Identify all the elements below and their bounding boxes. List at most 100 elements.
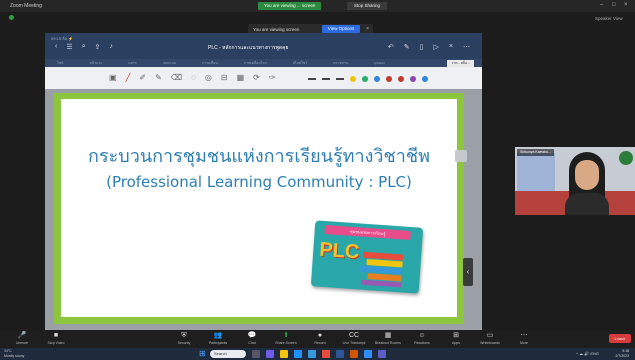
file-explorer-icon[interactable] xyxy=(280,350,288,358)
pen-icon[interactable]: ╱ xyxy=(126,73,131,82)
control-whiteboards[interactable]: ▭ Whiteboards xyxy=(474,331,506,345)
control-reactions[interactable]: ☺ Reactions xyxy=(406,331,438,345)
system-tray[interactable]: ^ ☁ 🔊 ENG xyxy=(576,351,599,356)
chat-app-icon[interactable] xyxy=(266,350,274,358)
powerpoint-icon[interactable] xyxy=(350,350,358,358)
menu-icon[interactable]: ☰ xyxy=(66,43,72,51)
stop-share-button[interactable]: Stop Sharing xyxy=(347,2,387,10)
books-illustration xyxy=(357,245,416,289)
present-icon[interactable]: ▷ xyxy=(434,43,439,51)
weather-widget[interactable]: 34°C Mostly sunny xyxy=(4,349,24,359)
pen-color-swatch[interactable] xyxy=(386,76,392,82)
control-share-screen[interactable]: ⬆ Share Screen xyxy=(270,331,302,345)
background-poster xyxy=(517,153,555,191)
close-icon[interactable]: × xyxy=(366,26,369,32)
leave-button[interactable]: Leave xyxy=(609,334,631,343)
taskbar-clock[interactable]: 9:18 2/7/2023 xyxy=(615,349,629,359)
control-label: Live Transcript xyxy=(342,341,366,345)
edge-icon[interactable] xyxy=(294,350,302,358)
ribbon-tab[interactable]: สไลด์โชว์ xyxy=(293,60,308,66)
control-more[interactable]: ⋯ More xyxy=(508,331,540,345)
chrome-icon[interactable] xyxy=(322,350,330,358)
participants-icon: 👥 xyxy=(213,332,223,339)
windows-start-icon[interactable]: ⊞ xyxy=(199,350,207,358)
ruler-icon[interactable]: ⊟ xyxy=(221,73,228,82)
highlighter-icon[interactable]: ✎ xyxy=(155,73,162,82)
ribbon-tab[interactable]: ไฟล์ xyxy=(57,60,63,66)
zoom-icon[interactable] xyxy=(364,350,372,358)
pen-color-swatch[interactable] xyxy=(374,76,380,82)
eraser-icon[interactable]: ⌫ xyxy=(171,73,182,82)
ribbon-tab[interactable]: การเปลี่ยน xyxy=(202,60,218,66)
pen-line-icon[interactable] xyxy=(322,78,330,80)
search-icon[interactable]: ⌕ xyxy=(82,43,86,51)
control-breakout-rooms[interactable]: ▦ Breakout Rooms xyxy=(372,331,404,345)
control-label: Stop Video xyxy=(47,341,65,345)
mic-icon[interactable]: ♪ xyxy=(109,43,113,51)
pen-color-swatch[interactable] xyxy=(422,76,428,82)
control-record[interactable]: ● Record xyxy=(304,331,336,345)
slide[interactable]: กระบวนการชุมชนแห่งการเรียนรู้ทางวิชาชีพ … xyxy=(54,93,467,324)
ink-to-text-icon[interactable]: ▦ xyxy=(237,73,245,82)
task-view-icon[interactable] xyxy=(252,350,260,358)
slides-icon[interactable]: ▯ xyxy=(420,43,424,51)
maximize-button[interactable]: □ xyxy=(612,2,616,8)
weather-text: Mostly sunny xyxy=(4,354,25,358)
pen-line-icon[interactable] xyxy=(308,78,316,80)
control-stop-video[interactable]: ■ Stop Video xyxy=(40,331,72,345)
select-icon[interactable]: ▣ xyxy=(109,73,117,82)
pen-line-icon[interactable] xyxy=(336,78,344,80)
teams-icon[interactable] xyxy=(378,350,386,358)
shared-screen: 09:15 ล้อ ⚡ ‹ ☰ ⌕ ⇪ ♪ PLC - หลักการและแน… xyxy=(45,33,482,330)
pen-color-swatch[interactable] xyxy=(350,76,356,82)
control-label: Breakout Rooms xyxy=(374,341,402,345)
word-icon[interactable] xyxy=(336,350,344,358)
ribbon-tab[interactable]: หน้าแรก xyxy=(89,60,102,66)
apps-icon: ⊞ xyxy=(453,332,459,339)
control-participants[interactable]: 👥 Participants xyxy=(202,331,234,345)
minimize-button[interactable]: – xyxy=(600,2,603,8)
participant-video[interactable]: Sirikunya Kaewbu... xyxy=(515,147,635,215)
control-chat[interactable]: 💬 Chat xyxy=(236,331,268,345)
ribbon-tab[interactable]: แทรก xyxy=(128,60,137,66)
tab-draw[interactable]: วาด - สล็อ... xyxy=(447,59,474,67)
pencil-icon[interactable]: ✐ xyxy=(139,73,146,82)
pen-color-swatch[interactable] xyxy=(410,76,416,82)
participant-name: Sirikunya Kaewbu... xyxy=(517,149,554,156)
replay-icon[interactable]: ⟳ xyxy=(253,73,260,82)
control-label: Whiteboards xyxy=(480,341,500,345)
undo-icon[interactable]: ↶ xyxy=(388,43,394,51)
slide-scroll-button[interactable] xyxy=(455,150,467,162)
control-live-transcript[interactable]: CC Live Transcript xyxy=(338,331,370,345)
ribbon-tab[interactable]: มุมมอง xyxy=(374,60,385,66)
view-toggle[interactable]: Speaker View xyxy=(595,16,623,21)
share-icon[interactable]: ⇪ xyxy=(95,43,101,51)
collapse-panel-button[interactable]: ‹ xyxy=(463,258,473,286)
control-apps[interactable]: ⊞ Apps xyxy=(440,331,472,345)
close-icon[interactable]: × xyxy=(449,43,453,51)
shield-icon[interactable] xyxy=(9,15,14,20)
lasso-icon[interactable]: ◌ xyxy=(191,73,196,82)
back-icon[interactable]: ‹ xyxy=(55,43,57,51)
viewing-banner-text: You are viewing screen xyxy=(253,26,300,32)
ribbon-tabs: ไฟล์ หน้าแรก แทรก ออกแบบ การเปลี่ยน ภาพเคลื่อ… xyxy=(45,59,482,67)
title-bar: Zoom Meeting You are viewing ... screen … xyxy=(0,0,635,12)
pen-color-swatch[interactable] xyxy=(362,76,368,82)
share-status-banner[interactable]: You are viewing ... screen xyxy=(258,2,322,10)
store-icon[interactable] xyxy=(308,350,316,358)
participant-face xyxy=(575,160,599,190)
marker-icon[interactable]: ✑ xyxy=(269,73,276,82)
control-security[interactable]: ⛨ Security xyxy=(168,331,200,345)
ribbon-tab[interactable]: ภาพเคลื่อนไหว xyxy=(244,60,267,66)
view-options-button[interactable]: View Options xyxy=(322,25,360,33)
taskbar-search[interactable]: Search xyxy=(210,350,246,358)
shapes-icon[interactable]: ◎ xyxy=(205,73,212,82)
document-title: PLC - หลักการและแนวทางการพูดคุย xyxy=(208,45,289,51)
pen-color-swatch[interactable] xyxy=(398,76,404,82)
draw-icon[interactable]: ✎ xyxy=(404,43,410,51)
ribbon-tab[interactable]: ตรวจทาน xyxy=(333,60,348,66)
close-button[interactable]: × xyxy=(624,2,628,8)
more-icon[interactable]: ⋯ xyxy=(463,43,470,51)
control-unmute[interactable]: 🎤 Unmute xyxy=(6,331,38,345)
ribbon-tab[interactable]: ออกแบบ xyxy=(163,60,176,66)
